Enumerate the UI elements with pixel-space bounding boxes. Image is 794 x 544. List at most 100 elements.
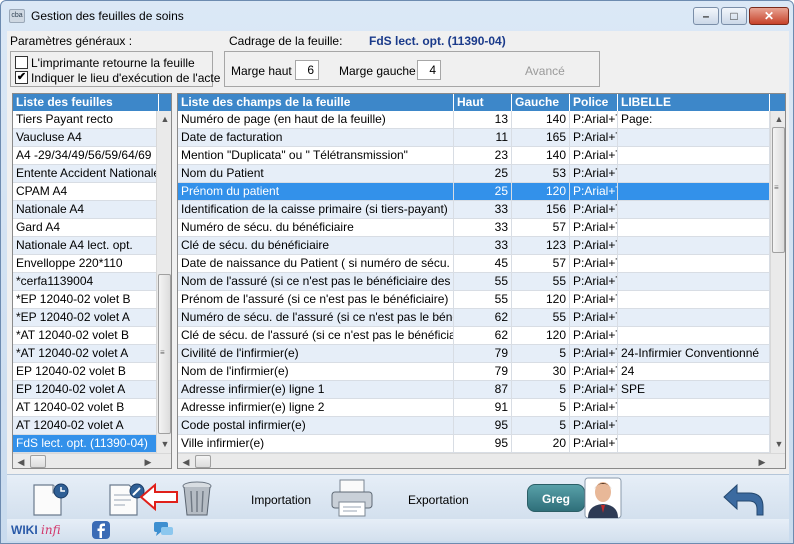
field-row[interactable]: Identification de la caisse primaire (si… [178, 201, 770, 219]
field-left-cell[interactable]: 165 [512, 129, 570, 146]
field-libelle-cell[interactable] [618, 183, 770, 200]
field-top-cell[interactable]: 95 [454, 435, 512, 452]
field-top-cell[interactable]: 87 [454, 381, 512, 398]
field-left-cell[interactable]: 57 [512, 219, 570, 236]
field-libelle-cell[interactable] [618, 435, 770, 452]
field-name-cell[interactable]: Civilité de l'infirmier(e) [178, 345, 454, 362]
trash-icon[interactable] [179, 479, 215, 519]
title-bar[interactable]: cba Gestion des feuilles de soins – □ ✕ [1, 1, 793, 31]
chat-icon[interactable] [153, 520, 175, 540]
field-font-cell[interactable]: P:Arial+T [570, 327, 618, 344]
printer-icon[interactable] [330, 478, 376, 518]
field-left-cell[interactable]: 123 [512, 237, 570, 254]
field-libelle-cell[interactable] [618, 129, 770, 146]
field-left-cell[interactable]: 30 [512, 363, 570, 380]
scroll-right-icon[interactable]: ▶ [140, 454, 156, 468]
field-top-cell[interactable]: 79 [454, 345, 512, 362]
field-name-cell[interactable]: Mention "Duplicata" ou " Télétransmissio… [178, 147, 454, 164]
field-libelle-cell[interactable] [618, 399, 770, 416]
back-arrow-icon[interactable] [721, 481, 765, 517]
indicate-place-option[interactable]: ✔ Indiquer le lieu d'exécution de l'acte [15, 70, 220, 85]
field-top-cell[interactable]: 45 [454, 255, 512, 272]
sheet-list-item[interactable]: Vaucluse A4 [13, 129, 156, 147]
sheet-list-item[interactable]: Envelloppe 220*110 [13, 255, 156, 273]
field-row[interactable]: Mention "Duplicata" ou " Télétransmissio… [178, 147, 770, 165]
field-libelle-cell[interactable] [618, 165, 770, 182]
field-name-cell[interactable]: Nom du Patient [178, 165, 454, 182]
field-row[interactable]: Nom de l'infirmier(e) 79 30 P:Arial+T 24 [178, 363, 770, 381]
sheet-list-item[interactable]: AT 12040-02 volet A [13, 417, 156, 435]
field-left-cell[interactable]: 120 [512, 291, 570, 308]
field-left-cell[interactable]: 5 [512, 345, 570, 362]
field-font-cell[interactable]: P:Arial+T [570, 435, 618, 452]
field-left-cell[interactable]: 120 [512, 327, 570, 344]
field-libelle-cell[interactable] [618, 417, 770, 434]
sheets-horizontal-scrollbar[interactable]: ◀ ▶ [13, 453, 171, 468]
field-top-cell[interactable]: 79 [454, 363, 512, 380]
field-row[interactable]: Numéro de page (en haut de la feuille) 13… [178, 111, 770, 129]
field-top-cell[interactable]: 33 [454, 237, 512, 254]
field-row[interactable]: Nom de l'assuré (si ce n'est pas le béné… [178, 273, 770, 291]
field-row[interactable]: Adresse infirmier(e) ligne 1 87 5 P:Arial+T… [178, 381, 770, 399]
scroll-up-icon[interactable]: ▲ [157, 111, 171, 127]
field-name-cell[interactable]: Nom de l'infirmier(e) [178, 363, 454, 380]
field-top-cell[interactable]: 62 [454, 327, 512, 344]
fields-header-font[interactable]: Police [570, 94, 618, 111]
field-top-cell[interactable]: 25 [454, 183, 512, 200]
field-libelle-cell[interactable] [618, 291, 770, 308]
field-top-cell[interactable]: 95 [454, 417, 512, 434]
sheet-list-item[interactable]: A4 -29/34/49/56/59/64/69 [13, 147, 156, 165]
scroll-down-icon[interactable]: ▼ [157, 436, 171, 452]
field-font-cell[interactable]: P:Arial+T [570, 165, 618, 182]
field-row[interactable]: Prénom du patient 25 120 P:Arial+T [178, 183, 770, 201]
field-top-cell[interactable]: 13 [454, 111, 512, 128]
field-font-cell[interactable]: P:Arial+T [570, 273, 618, 290]
field-font-cell[interactable]: P:Arial+T [570, 255, 618, 272]
indicate-place-checkbox[interactable]: ✔ [15, 71, 28, 85]
field-top-cell[interactable]: 33 [454, 201, 512, 218]
field-libelle-cell[interactable]: 24 [618, 363, 770, 380]
field-top-cell[interactable]: 91 [454, 399, 512, 416]
field-left-cell[interactable]: 5 [512, 417, 570, 434]
top-margin-input[interactable]: 6 [295, 60, 319, 80]
field-name-cell[interactable]: Date de facturation [178, 129, 454, 146]
field-left-cell[interactable]: 5 [512, 399, 570, 416]
field-row[interactable]: Numéro de sécu. du bénéficiaire 33 57 P:Ari… [178, 219, 770, 237]
field-libelle-cell[interactable] [618, 237, 770, 254]
scroll-right-icon[interactable]: ▶ [754, 454, 770, 468]
field-libelle-cell[interactable] [618, 219, 770, 236]
scroll-down-icon[interactable]: ▼ [771, 436, 785, 452]
field-left-cell[interactable]: 140 [512, 147, 570, 164]
field-name-cell[interactable]: Ville infirmier(e) [178, 435, 454, 452]
field-row[interactable]: Prénom de l'assuré (si ce n'est pas le b… [178, 291, 770, 309]
sheet-list-item[interactable]: *cerfa1139004 [13, 273, 156, 291]
field-left-cell[interactable]: 120 [512, 183, 570, 200]
field-font-cell[interactable]: P:Arial+T [570, 129, 618, 146]
sheet-list-item[interactable]: Gard A4 [13, 219, 156, 237]
field-row[interactable]: Civilité de l'infirmier(e) 79 5 P:Arial+T 24… [178, 345, 770, 363]
field-name-cell[interactable]: Code postal infirmier(e) [178, 417, 454, 434]
field-name-cell[interactable]: Date de naissance du Patient ( si numéro… [178, 255, 454, 272]
field-left-cell[interactable]: 53 [512, 165, 570, 182]
field-top-cell[interactable]: 62 [454, 309, 512, 326]
new-sheet-icon[interactable] [31, 481, 71, 517]
sheets-hscroll-thumb[interactable] [30, 455, 46, 468]
field-name-cell[interactable]: Numéro de sécu. de l'assuré (si ce n'est… [178, 309, 454, 326]
import-button[interactable]: Importation [251, 493, 311, 507]
field-libelle-cell[interactable]: 24-Infirmier Conventionné [618, 345, 770, 362]
wiki-link[interactable]: WIKI infi [11, 523, 61, 537]
field-row[interactable]: Clé de sécu. de l'assuré (si ce n'est pa… [178, 327, 770, 345]
field-font-cell[interactable]: P:Arial+T [570, 291, 618, 308]
field-font-cell[interactable]: P:Arial+T [570, 237, 618, 254]
field-font-cell[interactable]: P:Arial+T [570, 399, 618, 416]
field-font-cell[interactable]: P:Arial+T [570, 201, 618, 218]
facebook-icon[interactable] [91, 520, 111, 540]
field-libelle-cell[interactable]: Page: [618, 111, 770, 128]
field-left-cell[interactable]: 140 [512, 111, 570, 128]
field-row[interactable]: Code postal infirmier(e) 95 5 P:Arial+T [178, 417, 770, 435]
sheet-list-item[interactable]: EP 12040-02 volet A [13, 381, 156, 399]
field-name-cell[interactable]: Clé de sécu. du bénéficiaire [178, 237, 454, 254]
sheet-list-item[interactable]: *AT 12040-02 volet B [13, 327, 156, 345]
sheet-list-item[interactable]: Nationale A4 [13, 201, 156, 219]
sheet-list-item[interactable]: Tiers Payant recto [13, 111, 156, 129]
